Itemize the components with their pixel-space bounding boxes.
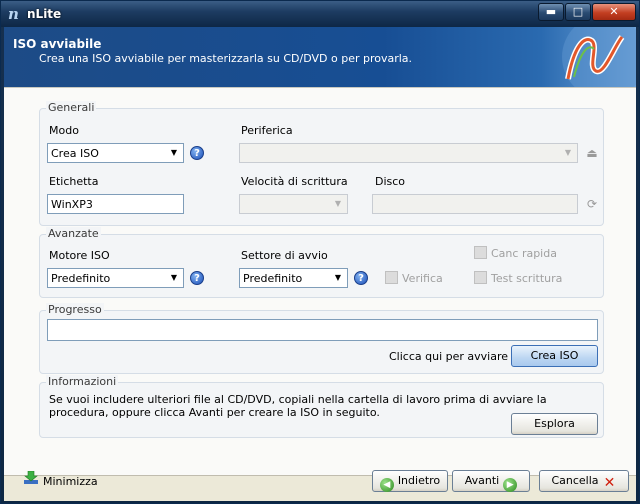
title-bar[interactable]: n nLite ▬ □ ✕ — [1, 1, 639, 27]
avanzate-group-label: Avanzate — [46, 227, 101, 240]
application-window: n nLite ▬ □ ✕ ISO avviabile Crea una ISO… — [0, 0, 640, 504]
close-window-button[interactable]: ✕ — [592, 3, 636, 21]
maximize-window-button[interactable]: □ — [565, 3, 591, 21]
back-button[interactable]: ◀ Indietro — [372, 470, 448, 492]
progress-bar — [47, 319, 598, 341]
motore-iso-select[interactable]: Predefinito ▼ — [47, 268, 184, 288]
red-x-icon: ✕ — [603, 475, 616, 491]
modo-select[interactable]: Crea ISO ▼ — [47, 143, 184, 163]
info-text-line2: procedura, oppure clicca Avanti per crea… — [49, 406, 380, 419]
page-subtitle: Crea una ISO avviabile per masterizzarla… — [39, 52, 413, 65]
etichetta-input[interactable]: WinXP3 — [47, 194, 184, 214]
client-area: ISO avviabile Crea una ISO avviabile per… — [4, 27, 636, 501]
velocita-label: Velocità di scrittura — [241, 175, 348, 188]
nlite-logo-icon: n — [8, 5, 19, 23]
settore-avvio-label: Settore di avvio — [241, 249, 328, 262]
etichetta-input-value: WinXP3 — [51, 198, 93, 211]
generali-group-label: Generali — [46, 101, 97, 114]
settore-help-icon[interactable]: ? — [354, 271, 368, 285]
avanzate-group: Avanzate Motore ISO Predefinito ▼ ? Sett… — [39, 227, 604, 298]
minimize-window-button[interactable]: ▬ — [538, 3, 564, 21]
progresso-group-label: Progresso — [46, 303, 104, 316]
content-panel: Generali Modo Crea ISO ▼ ? Periferica ▼ … — [4, 87, 636, 475]
progresso-group: Progresso Clicca qui per avviare -> Crea… — [39, 303, 604, 374]
informazioni-group: Informazioni Se vuoi includere ulteriori… — [39, 375, 604, 438]
chevron-down-icon[interactable]: ▼ — [331, 271, 345, 285]
verifica-label: Verifica — [402, 272, 443, 285]
periferica-select[interactable]: ▼ — [239, 143, 578, 163]
settore-avvio-select-value: Predefinito — [243, 272, 303, 285]
drive-eject-icon[interactable]: ⏏ — [585, 146, 599, 160]
modo-help-icon[interactable]: ? — [190, 146, 204, 160]
disco-field — [372, 194, 578, 214]
chevron-down-icon[interactable]: ▼ — [561, 146, 575, 160]
start-hint-label: Clicca qui per avviare -> — [389, 350, 525, 363]
next-button-label: Avanti — [464, 474, 500, 487]
motore-iso-label: Motore ISO — [49, 249, 110, 262]
modo-label: Modo — [49, 124, 79, 137]
minimizza-link[interactable]: Minimizza — [43, 475, 98, 488]
arrow-left-icon: ◀ — [379, 478, 394, 492]
motore-help-icon[interactable]: ? — [190, 271, 204, 285]
canc-rapida-checkbox[interactable] — [474, 246, 487, 259]
page-header: ISO avviabile Crea una ISO avviabile per… — [4, 27, 636, 87]
nlite-header-logo-icon — [544, 27, 636, 87]
motore-iso-select-value: Predefinito — [51, 272, 111, 285]
page-title: ISO avviabile — [13, 37, 102, 51]
canc-rapida-label: Canc rapida — [491, 247, 557, 260]
verifica-checkbox[interactable] — [385, 271, 398, 284]
window-title: nLite — [27, 7, 62, 21]
disco-label: Disco — [375, 175, 406, 188]
cancel-button[interactable]: Cancella ✕ — [539, 470, 629, 492]
crea-iso-button[interactable]: Crea ISO — [511, 345, 598, 367]
periferica-label: Periferica — [241, 124, 293, 137]
download-arrow-icon[interactable] — [23, 471, 39, 485]
generali-group: Generali Modo Crea ISO ▼ ? Periferica ▼ … — [39, 101, 604, 226]
velocita-select[interactable]: ▼ — [239, 194, 348, 214]
esplora-button[interactable]: Esplora — [511, 413, 598, 435]
cancel-button-label: Cancella — [551, 474, 599, 487]
chevron-down-icon[interactable]: ▼ — [167, 146, 181, 160]
settore-avvio-select[interactable]: Predefinito ▼ — [239, 268, 348, 288]
info-text-line1: Se vuoi includere ulteriori file al CD/D… — [49, 393, 547, 406]
modo-select-value: Crea ISO — [51, 147, 99, 160]
back-button-label: Indietro — [397, 474, 441, 487]
arrow-right-icon: ▶ — [503, 478, 518, 492]
test-scrittura-label: Test scrittura — [491, 272, 563, 285]
chevron-down-icon[interactable]: ▼ — [331, 197, 345, 211]
next-button[interactable]: Avanti ▶ — [452, 470, 530, 492]
chevron-down-icon[interactable]: ▼ — [167, 271, 181, 285]
test-scrittura-checkbox[interactable] — [474, 271, 487, 284]
refresh-icon[interactable]: ⟳ — [585, 197, 599, 211]
informazioni-group-label: Informazioni — [46, 375, 119, 388]
etichetta-label: Etichetta — [49, 175, 99, 188]
